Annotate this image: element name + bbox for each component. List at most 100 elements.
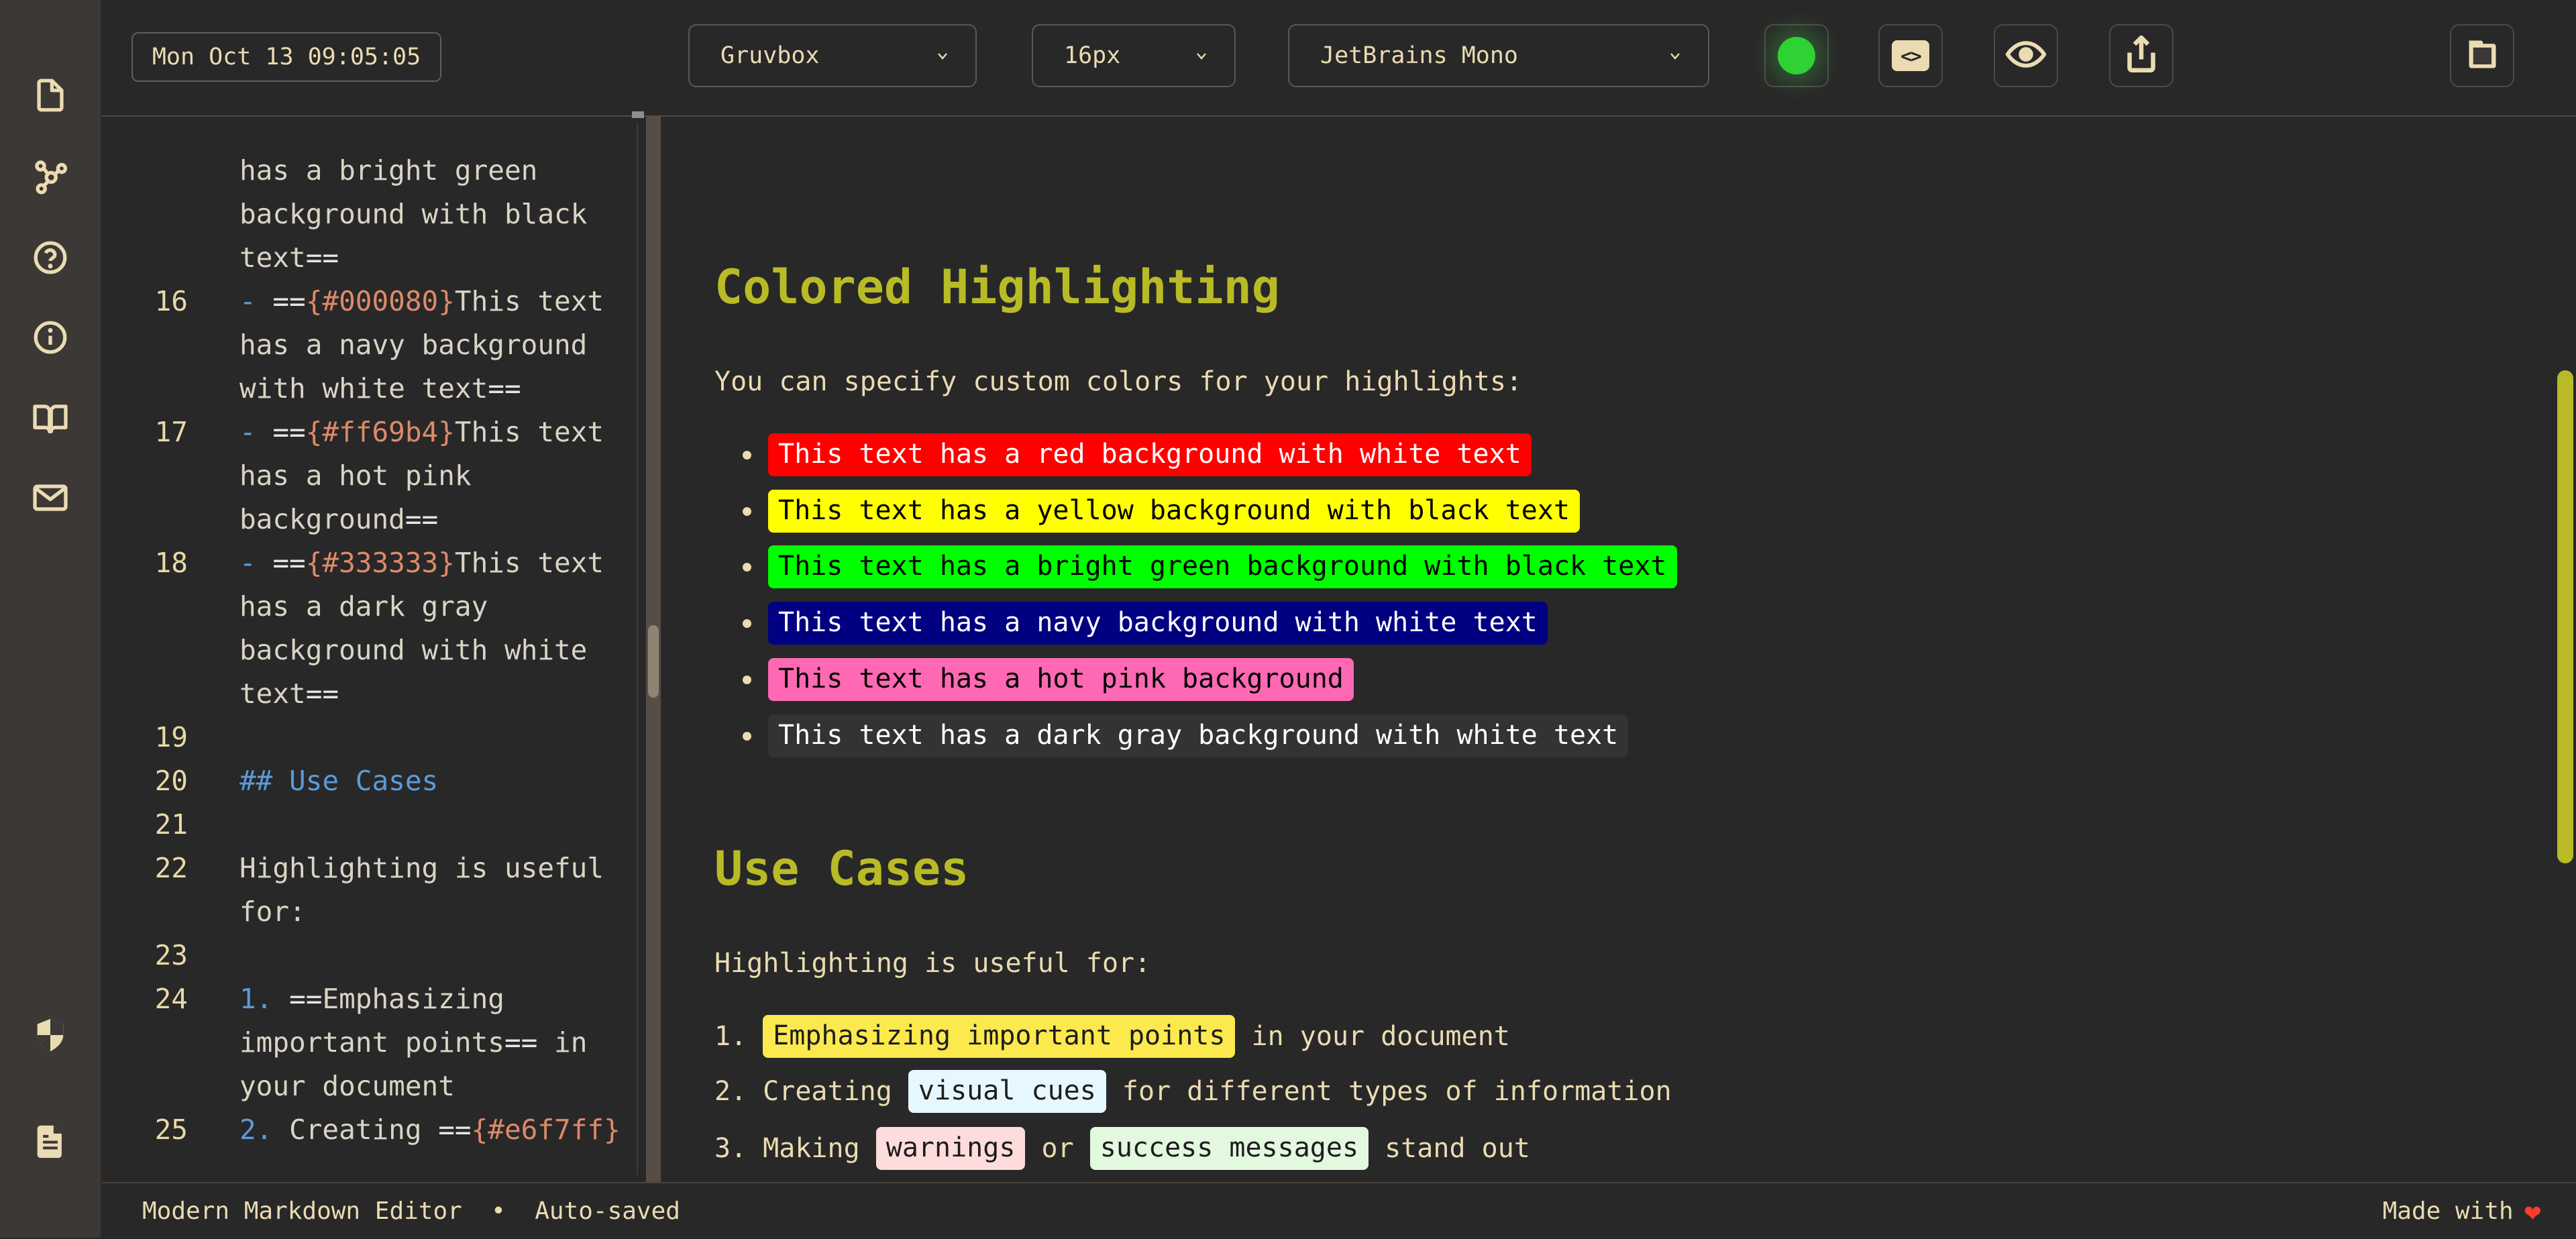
- editor-line-text: ## Use Cases: [239, 759, 638, 803]
- editor-line-text: - =={#333333}This text: [239, 541, 638, 585]
- markdown-preview[interactable]: Colored Highlighting You can specify cus…: [661, 117, 2576, 1182]
- list-marker: 3.: [714, 1133, 747, 1164]
- editor-line-text: 1. ==Emphasizing: [239, 977, 638, 1021]
- font-family-select-value: JetBrains Mono: [1320, 42, 1518, 69]
- preview-toggle-button[interactable]: [1994, 24, 2058, 87]
- use-case-item: 2.Creating visual cues for different typ…: [714, 1070, 1672, 1113]
- code-view-button[interactable]: <>: [1878, 24, 1943, 87]
- highlight-pill: This text has a dark gray background wit…: [768, 714, 1628, 757]
- bullet-dot-icon: [743, 451, 751, 460]
- editor-line: 18 - =={#333333}This text: [102, 541, 638, 585]
- highlight-pill: This text has a yellow background with b…: [768, 490, 1580, 533]
- plain-text: or: [1025, 1133, 1089, 1164]
- font-size-select[interactable]: 16px: [1032, 24, 1236, 87]
- use-case-item: 1.Emphasizing important points in your d…: [714, 1015, 1510, 1058]
- plain-text: stand out: [1368, 1133, 1530, 1164]
- editor-line-text: with white text==: [239, 367, 638, 411]
- sidebar: [0, 0, 102, 1238]
- sidebar-item-help[interactable]: [31, 238, 70, 277]
- status-app-label: Modern Markdown Editor • Auto-saved: [142, 1197, 680, 1225]
- sidebar-item-privacy[interactable]: [31, 1016, 70, 1055]
- sidebar-item-info[interactable]: [31, 318, 70, 357]
- preview-heading-colored-highlighting: Colored Highlighting: [714, 263, 1280, 311]
- chevron-down-icon: [1191, 46, 1212, 66]
- editor-line: background==: [102, 498, 638, 541]
- line-number: 17: [102, 411, 188, 454]
- editor-line: for:: [102, 890, 638, 934]
- editor-line: 17- =={#ff69b4}This text: [102, 411, 638, 454]
- sidebar-item-terms[interactable]: [31, 1122, 70, 1161]
- editor-line-text: [239, 716, 638, 759]
- plain-text: in your document: [1235, 1021, 1509, 1052]
- editor-line-text: has a dark gray: [239, 585, 638, 629]
- editor-line-text: your document: [239, 1065, 638, 1108]
- export-icon: [2121, 34, 2161, 77]
- highlight-item: This text has a hot pink background: [743, 658, 1354, 701]
- editor-line-text: - =={#000080}This text: [239, 280, 638, 323]
- highlight-item: This text has a navy background with whi…: [743, 602, 1548, 645]
- status-dot-button[interactable]: [1764, 24, 1829, 87]
- highlight-item: This text has a dark gray background wit…: [743, 714, 1628, 757]
- files-button[interactable]: [2450, 24, 2514, 87]
- editor-line: has a bright green: [102, 149, 638, 193]
- file-text-icon: [31, 1122, 70, 1161]
- preview-scrollbar-thumb[interactable]: [2557, 370, 2573, 863]
- font-family-select[interactable]: JetBrains Mono: [1288, 24, 1709, 87]
- plain-text: for different types of information: [1106, 1076, 1672, 1107]
- share-graph-icon: [31, 156, 70, 195]
- highlight-pill: This text has a bright green background …: [768, 545, 1677, 588]
- editor-line: 19: [102, 716, 638, 759]
- editor-line: has a hot pink: [102, 454, 638, 498]
- editor-line: background with white: [102, 629, 638, 672]
- made-with-label: Made with: [2383, 1197, 2514, 1225]
- editor-line: has a dark gray: [102, 585, 638, 629]
- editor-line-text: background with black: [239, 193, 638, 236]
- line-number: [102, 890, 188, 934]
- line-number: [102, 149, 188, 193]
- editor-line-text: for:: [239, 890, 638, 934]
- editor-line: text==: [102, 672, 638, 716]
- editor-scrollbar-thumb[interactable]: [648, 625, 659, 698]
- line-number: [102, 193, 188, 236]
- sidebar-item-docs[interactable]: [31, 399, 70, 438]
- bullet-dot-icon: [743, 619, 751, 628]
- editor-line: important points== in: [102, 1021, 638, 1065]
- plain-text: Making: [763, 1133, 876, 1164]
- line-number: [102, 1065, 188, 1108]
- markdown-editor[interactable]: has a bright greenbackground with blackt…: [102, 117, 638, 1182]
- editor-line: 252. Creating =={#e6f7ff}: [102, 1108, 638, 1152]
- status-dot-icon: [1778, 37, 1815, 74]
- mail-icon: [31, 478, 70, 517]
- sidebar-item-contact[interactable]: [31, 478, 70, 517]
- code-view-icon: <>: [1892, 40, 1929, 71]
- file-icon: [31, 76, 70, 115]
- line-number: 18: [102, 541, 188, 585]
- sidebar-item-share[interactable]: [31, 156, 70, 195]
- editor-inner-scrollbar-thumb[interactable]: [632, 111, 644, 118]
- line-number: 21: [102, 803, 188, 847]
- editor-line: text==: [102, 236, 638, 280]
- preview-intro-text: You can specify custom colors for your h…: [714, 366, 1522, 397]
- theme-select[interactable]: Gruvbox: [688, 24, 977, 87]
- line-number: 20: [102, 759, 188, 803]
- use-case-item: 3.Making warnings or success messages st…: [714, 1127, 1530, 1170]
- editor-line-text: [239, 803, 638, 847]
- editor-line-text: Highlighting is useful: [239, 847, 638, 890]
- highlight-item: This text has a yellow background with b…: [743, 490, 1580, 533]
- toolbar: Mon Oct 13 09:05:05 Gruvbox 16px JetBrai…: [102, 0, 2576, 117]
- help-icon: [31, 238, 70, 277]
- editor-line: 20 ## Use Cases: [102, 759, 638, 803]
- highlight-item: This text has a bright green background …: [743, 545, 1677, 588]
- editor-line-text: has a navy background: [239, 323, 638, 367]
- datetime-badge: Mon Oct 13 09:05:05: [131, 32, 441, 82]
- highlight-pill: success messages: [1090, 1127, 1368, 1170]
- export-button[interactable]: [2109, 24, 2174, 87]
- line-number: [102, 498, 188, 541]
- sidebar-item-file[interactable]: [31, 76, 70, 115]
- shield-icon: [31, 1016, 70, 1055]
- font-size-select-value: 16px: [1064, 42, 1120, 69]
- preview-heading-use-cases: Use Cases: [714, 845, 969, 893]
- editor-line-text: has a bright green: [239, 149, 638, 193]
- editor-line-text: has a hot pink: [239, 454, 638, 498]
- editor-line-text: [239, 934, 638, 977]
